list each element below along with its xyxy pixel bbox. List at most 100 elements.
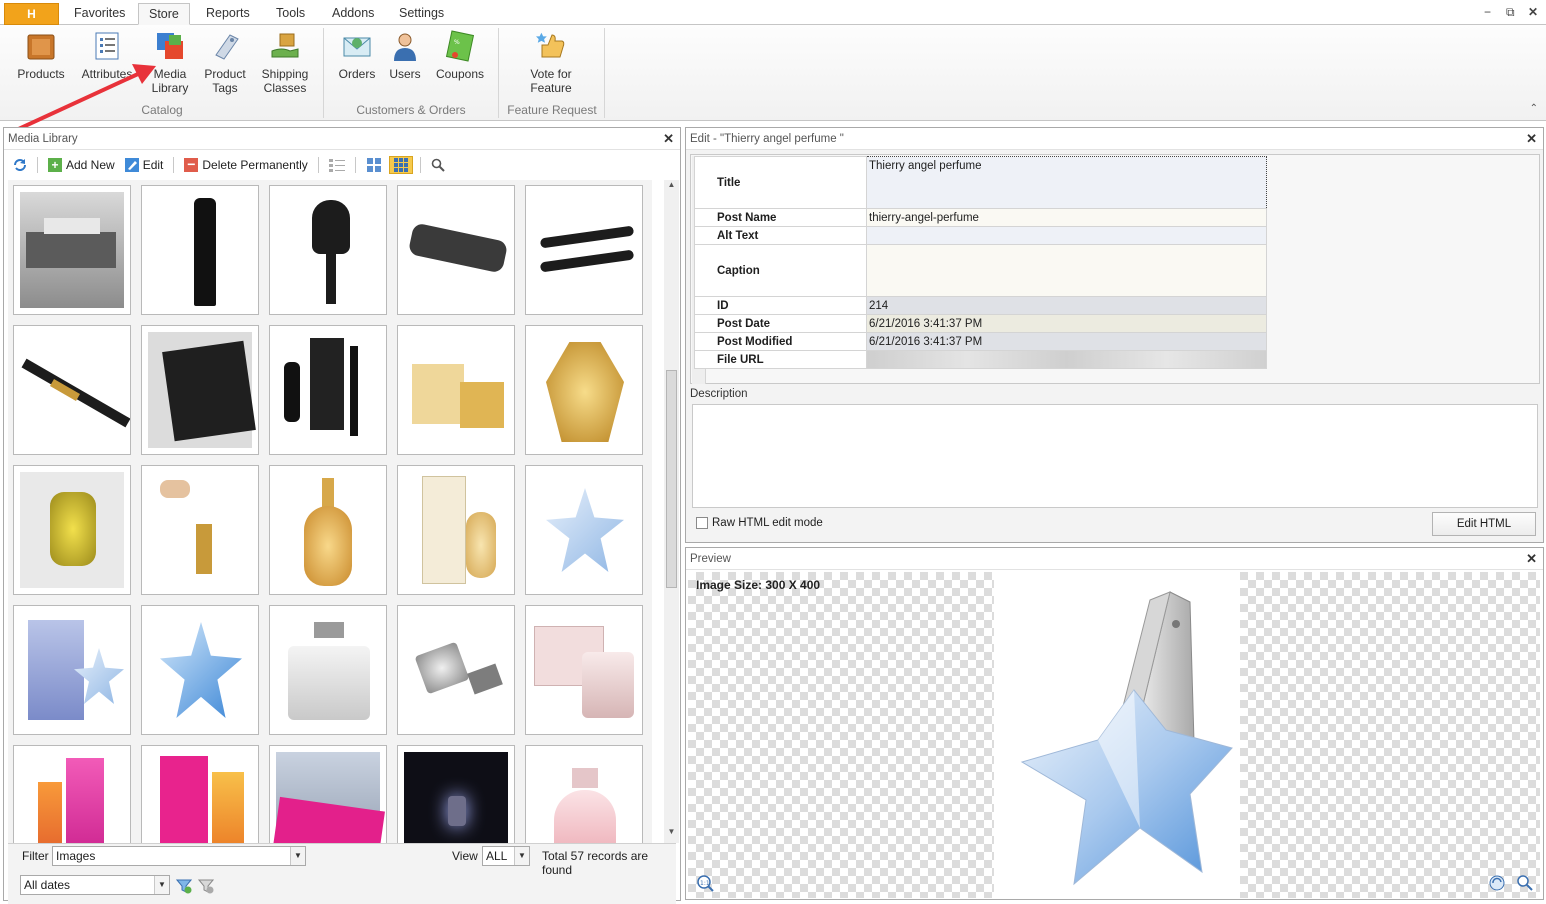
media-thumbnail[interactable] bbox=[525, 185, 643, 315]
media-thumbnail[interactable] bbox=[269, 605, 387, 735]
date-filter-select[interactable]: All dates ▼ bbox=[20, 875, 170, 895]
total-records-text: Total 57 records are found bbox=[542, 849, 649, 877]
orders-button[interactable]: Orders bbox=[334, 29, 380, 81]
flat-iron-image bbox=[20, 332, 130, 448]
collapse-ribbon-icon[interactable]: ⌃ bbox=[1530, 103, 1538, 114]
edit-panel-title: Edit - "Thierry angel perfume " bbox=[690, 133, 844, 145]
media-thumbnail[interactable] bbox=[13, 465, 131, 595]
media-thumbnail[interactable] bbox=[525, 745, 643, 843]
clear-filter-icon[interactable] bbox=[198, 878, 214, 894]
product-tags-button[interactable]: Product Tags bbox=[198, 29, 252, 95]
edit-button[interactable]: Edit bbox=[122, 158, 167, 172]
delete-permanently-button[interactable]: − Delete Permanently bbox=[181, 157, 310, 172]
tab-tools[interactable]: Tools bbox=[266, 3, 315, 25]
title-input[interactable]: Thierry angel perfume bbox=[866, 156, 1267, 209]
oil-bottle-image bbox=[20, 472, 124, 588]
media-thumbnail[interactable] bbox=[269, 745, 387, 843]
raw-html-checkbox[interactable] bbox=[696, 517, 708, 529]
media-thumbnail[interactable] bbox=[397, 325, 515, 455]
alt-text-input[interactable] bbox=[866, 226, 1267, 245]
media-filter-bar: Filter Images ▼ View ALL ▼ Total 57 reco… bbox=[8, 843, 676, 904]
hairspray-can-image bbox=[148, 192, 252, 308]
post-name-input[interactable]: thierry-angel-perfume bbox=[866, 208, 1267, 227]
media-thumbnail[interactable] bbox=[141, 745, 259, 843]
customers-orders-group-label: Customers & Orders bbox=[356, 103, 466, 117]
restore-icon[interactable]: ⧉ bbox=[1506, 5, 1515, 20]
close-icon[interactable]: ✕ bbox=[1526, 128, 1537, 150]
view-label: View bbox=[452, 849, 478, 863]
media-thumbnail[interactable] bbox=[397, 745, 515, 843]
tab-reports[interactable]: Reports bbox=[196, 3, 260, 25]
media-thumbnail[interactable] bbox=[13, 605, 131, 735]
hair-clips-image bbox=[532, 192, 636, 308]
apply-filter-icon[interactable] bbox=[176, 878, 192, 894]
users-button[interactable]: Users bbox=[384, 29, 426, 81]
description-editor[interactable] bbox=[692, 404, 1538, 508]
orders-envelope-icon bbox=[343, 37, 371, 57]
media-thumbnail[interactable] bbox=[13, 745, 131, 843]
media-thumbnail[interactable] bbox=[269, 185, 387, 315]
media-thumbnail[interactable] bbox=[141, 185, 259, 315]
scroll-up-icon[interactable]: ▲ bbox=[665, 180, 678, 194]
users-label: Users bbox=[389, 67, 421, 81]
media-thumbnail[interactable] bbox=[397, 605, 515, 735]
application-menu-button[interactable]: H bbox=[4, 3, 59, 25]
media-thumbnail[interactable] bbox=[525, 325, 643, 455]
pencil-icon bbox=[124, 158, 139, 172]
media-thumbnail[interactable] bbox=[141, 465, 259, 595]
search-button[interactable] bbox=[428, 158, 448, 172]
toolbar-separator bbox=[317, 157, 319, 173]
description-label: Description bbox=[690, 388, 748, 400]
media-thumbnail[interactable] bbox=[13, 325, 131, 455]
caption-label: Caption bbox=[694, 244, 867, 297]
coupons-button[interactable]: % Coupons bbox=[432, 29, 488, 81]
media-thumbnail[interactable] bbox=[141, 325, 259, 455]
thumbnail-view-button[interactable] bbox=[388, 156, 413, 174]
media-thumbnail[interactable] bbox=[13, 185, 131, 315]
list-view-button[interactable] bbox=[326, 158, 348, 172]
media-thumbnail[interactable] bbox=[525, 605, 643, 735]
media-thumbnail[interactable] bbox=[525, 465, 643, 595]
shipping-classes-button[interactable]: Shipping Classes bbox=[256, 29, 314, 95]
filter-select[interactable]: Images ▼ bbox=[52, 846, 306, 866]
actual-size-zoom-icon[interactable]: 1:1 bbox=[696, 874, 714, 892]
refresh-button[interactable] bbox=[10, 158, 30, 172]
toolbar-separator bbox=[173, 157, 175, 173]
add-new-button[interactable]: + Add New bbox=[45, 158, 118, 172]
edit-html-button[interactable]: Edit HTML bbox=[1432, 512, 1536, 536]
tab-settings[interactable]: Settings bbox=[389, 3, 454, 25]
title-label: Title bbox=[694, 156, 867, 209]
chevron-down-icon[interactable]: ▼ bbox=[290, 847, 305, 865]
chevron-down-icon[interactable]: ▼ bbox=[514, 847, 529, 865]
scroll-down-icon[interactable]: ▼ bbox=[665, 827, 678, 841]
media-thumbnail[interactable] bbox=[269, 465, 387, 595]
media-grid-scrollbar[interactable]: ▲ ▼ bbox=[664, 180, 679, 843]
close-icon[interactable]: ✕ bbox=[1528, 5, 1538, 19]
tile-view-button[interactable] bbox=[363, 157, 385, 173]
rotate-icon[interactable] bbox=[1488, 874, 1506, 892]
styler-case-image bbox=[148, 332, 256, 448]
close-icon[interactable]: ✕ bbox=[663, 128, 674, 150]
media-thumbnail[interactable] bbox=[397, 465, 515, 595]
minimize-icon[interactable]: − bbox=[1484, 5, 1491, 19]
chevron-down-icon[interactable]: ▼ bbox=[154, 876, 169, 894]
view-select[interactable]: ALL ▼ bbox=[482, 846, 530, 866]
media-thumbnail[interactable] bbox=[269, 325, 387, 455]
tab-favorites[interactable]: Favorites bbox=[64, 3, 135, 25]
tab-store[interactable]: Store bbox=[138, 3, 190, 25]
media-toolbar: + Add New Edit − Delete Permanently bbox=[10, 154, 448, 176]
media-thumbnail[interactable] bbox=[397, 185, 515, 315]
zoom-icon[interactable] bbox=[1516, 874, 1534, 892]
vote-for-feature-button[interactable]: Vote for Feature bbox=[516, 29, 586, 95]
post-modified-value: 6/21/2016 3:41:37 PM bbox=[866, 332, 1267, 351]
coupons-label: Coupons bbox=[435, 67, 485, 81]
close-icon[interactable]: ✕ bbox=[1526, 548, 1537, 570]
caption-input[interactable] bbox=[866, 244, 1267, 297]
tab-addons[interactable]: Addons bbox=[322, 3, 384, 25]
filter-select-value: Images bbox=[56, 849, 96, 863]
la-vie-est-belle-image bbox=[532, 752, 636, 843]
media-thumbnail[interactable] bbox=[141, 605, 259, 735]
tiles-view-icon bbox=[366, 158, 381, 172]
scrollbar-thumb[interactable] bbox=[666, 370, 677, 588]
ribbon-tab-bar: H Favorites Store Reports Tools Addons S… bbox=[0, 0, 1546, 25]
